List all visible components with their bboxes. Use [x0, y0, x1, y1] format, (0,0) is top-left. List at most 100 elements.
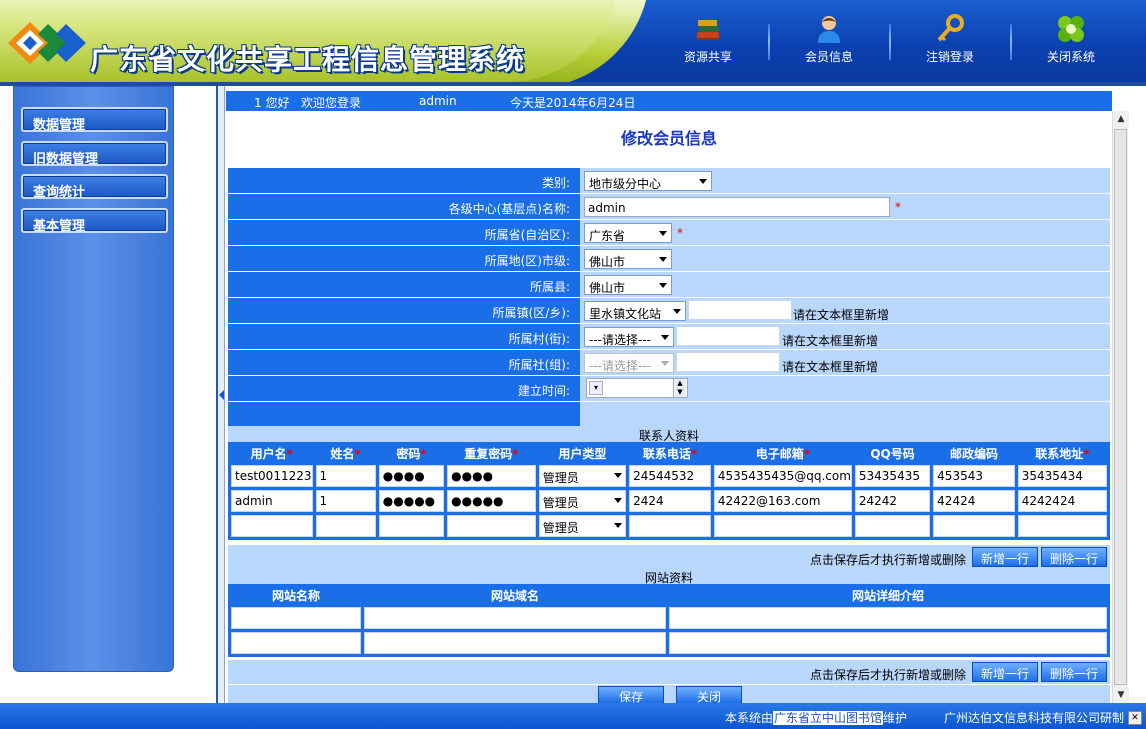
table-cell: 453543	[933, 465, 1015, 487]
community-value: ---请选择---	[589, 359, 651, 373]
contact-field-input[interactable]	[231, 515, 313, 537]
county-select[interactable]: 佛山市	[584, 275, 672, 295]
community-new-input[interactable]	[676, 352, 780, 372]
websites-delete-row-button[interactable]: 删除一行	[1041, 662, 1107, 682]
contact-field-input[interactable]	[933, 515, 1015, 537]
contact-field-input[interactable]: test0011223	[231, 465, 313, 487]
contact-field-input[interactable]: ●●●●●	[378, 490, 445, 512]
close-button[interactable]: 关闭	[676, 686, 742, 703]
contact-field-input[interactable]	[378, 515, 445, 537]
chevron-down-icon	[659, 283, 667, 288]
city-label: 所属地(区)市级:	[228, 246, 580, 271]
scroll-thumb[interactable]	[1114, 129, 1127, 685]
contact-field-input[interactable]: ●●●●	[378, 465, 445, 487]
sidebar: 数据管理 旧数据管理 查询统计 基本管理	[13, 86, 174, 672]
contacts-delete-row-button[interactable]: 删除一行	[1041, 547, 1107, 567]
table-cell: ●●●●	[447, 465, 536, 487]
footer-library-link[interactable]: 广东省立中山图书馆	[773, 711, 884, 725]
scroll-down-icon[interactable]: ▼	[1113, 687, 1129, 703]
website-name-input[interactable]	[231, 607, 361, 629]
column-header: 网站名称	[231, 587, 361, 604]
nav-member-info[interactable]: 会员信息	[779, 14, 891, 70]
user-type-select[interactable]: 管理员	[538, 490, 627, 512]
contact-field-input[interactable]: admin	[231, 490, 313, 512]
category-select[interactable]: 地市级分中心	[584, 171, 712, 191]
town-new-input[interactable]	[688, 300, 792, 320]
community-select[interactable]: ---请选择---	[584, 353, 674, 373]
scroll-up-icon[interactable]: ▲	[1113, 111, 1129, 127]
province-select[interactable]: 广东省	[584, 223, 672, 243]
form-row-blank	[228, 402, 1110, 427]
date-spinner-icon[interactable]: ▲ ▼	[673, 379, 686, 397]
contact-field-input[interactable]	[629, 515, 711, 537]
vertical-scrollbar[interactable]: ▲ ▼	[1112, 111, 1129, 703]
contacts-add-row-button[interactable]: 新增一行	[972, 547, 1038, 567]
nav-resource-share[interactable]: 资源共享	[658, 14, 770, 70]
town-select[interactable]: 里水镇文化站	[584, 301, 686, 321]
table-cell: test0011223	[231, 465, 313, 487]
contact-field-input[interactable]: 24242	[854, 490, 931, 512]
contact-field-input[interactable]	[1017, 515, 1107, 537]
calendar-dropdown-icon[interactable]: ▾	[589, 381, 603, 395]
chevron-down-icon	[661, 335, 669, 340]
contact-field-input[interactable]: ●●●●	[447, 465, 536, 487]
village-new-input[interactable]	[676, 326, 780, 346]
center-name-input[interactable]: admin	[584, 197, 890, 217]
county-value: 佛山市	[589, 281, 626, 295]
websites-add-row-button[interactable]: 新增一行	[972, 662, 1038, 682]
contact-field-input[interactable]: 42422@163.com	[713, 490, 852, 512]
required-mark: *	[677, 226, 683, 240]
nav-member-info-label: 会员信息	[804, 50, 853, 64]
sidebar-item-label: 基本管理	[33, 219, 86, 234]
contact-field-input[interactable]: 1	[315, 490, 376, 512]
contact-field-input[interactable]	[315, 515, 376, 537]
sidebar-item-query-stats[interactable]: 查询统计	[21, 174, 168, 200]
table-cell	[933, 515, 1015, 537]
website-detail-input[interactable]	[669, 632, 1107, 654]
close-system-icon	[1058, 16, 1084, 42]
contact-field-input[interactable]: 24544532	[629, 465, 711, 487]
contact-field-input[interactable]: 4535435435@qq.com	[713, 465, 852, 487]
table-cell: 管理员	[538, 515, 627, 537]
contact-field-input[interactable]	[713, 515, 852, 537]
contact-field-input[interactable]: 4242424	[1017, 490, 1107, 512]
column-header: 电子邮箱*	[713, 445, 852, 462]
contact-field-input[interactable]: ●●●●●	[447, 490, 536, 512]
contact-field-input[interactable]: 42424	[933, 490, 1015, 512]
collapse-arrow-icon[interactable]	[219, 390, 224, 400]
user-type-select[interactable]: 管理员	[538, 515, 627, 537]
nav-close-system[interactable]: 关闭系统	[1021, 14, 1121, 70]
established-date-input[interactable]: ▾ ▲ ▼	[586, 378, 688, 398]
contact-field-input[interactable]	[447, 515, 536, 537]
window-resize-icon[interactable]: ✕	[1128, 711, 1142, 725]
website-detail-input[interactable]	[669, 607, 1107, 629]
contact-field-input[interactable]: 53435435	[854, 465, 931, 487]
column-header: 网站域名	[364, 587, 666, 604]
website-domain-input[interactable]	[364, 607, 666, 629]
column-header-label: 用户类型	[558, 447, 607, 461]
sidebar-item-old-data-management[interactable]: 旧数据管理	[21, 141, 168, 167]
city-select[interactable]: 佛山市	[584, 249, 672, 269]
contact-field-input[interactable]: 1	[315, 465, 376, 487]
contacts-table: 用户名* 姓名* 密码* 重复密码* 用户类型 联系电话* 电子邮箱* QQ号码 邮政编码 联系地…	[228, 442, 1110, 540]
sidebar-splitter[interactable]	[216, 86, 225, 703]
required-mark: *	[512, 447, 519, 461]
contact-field-input[interactable]	[854, 515, 931, 537]
contact-field-input[interactable]: 453543	[933, 465, 1015, 487]
column-header: QQ号码	[854, 445, 931, 462]
user-type-select[interactable]: 管理员	[538, 465, 627, 487]
sidebar-item-basic-management[interactable]: 基本管理	[21, 208, 168, 234]
column-header: 重复密码*	[447, 445, 536, 462]
contact-field-input[interactable]: 2424	[629, 490, 711, 512]
form-row-established: 建立时间: ▾ ▲ ▼	[228, 376, 1110, 401]
column-header: 密码*	[378, 445, 445, 462]
website-name-input[interactable]	[231, 632, 361, 654]
nav-logout[interactable]: 注销登录	[900, 14, 1012, 70]
sidebar-item-data-management[interactable]: 数据管理	[21, 107, 168, 133]
save-button[interactable]: 保存	[598, 686, 664, 703]
column-header-label: 用户名	[250, 447, 287, 461]
website-domain-input[interactable]	[364, 632, 666, 654]
contact-field-input[interactable]: 35435434	[1017, 465, 1107, 487]
required-mark: *	[354, 447, 361, 461]
village-select[interactable]: ---请选择---	[584, 327, 674, 347]
